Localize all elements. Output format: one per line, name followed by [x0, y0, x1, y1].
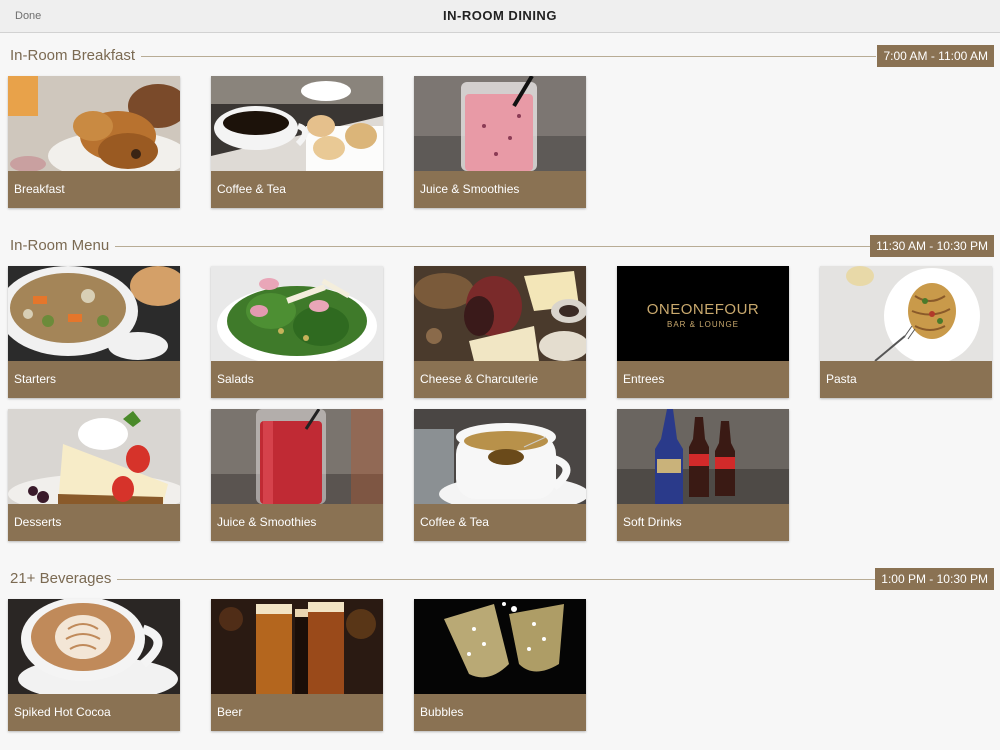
menu-tile-juice-smoothies[interactable]: Juice & Smoothies — [414, 76, 586, 208]
section-header-menu: In-Room Menu 11:30 AM - 10:30 PM — [0, 235, 1000, 259]
coffee-cup-photo — [211, 76, 383, 171]
hours-badge: 7:00 AM - 11:00 AM — [877, 45, 994, 67]
hours-badge: 11:30 AM - 10:30 PM — [870, 235, 994, 257]
menu-tile-label: Soft Drinks — [617, 504, 789, 541]
menu-tile-label: Breakfast — [8, 171, 180, 208]
cheesecake-photo — [8, 409, 180, 504]
menu-tile-desserts[interactable]: Desserts — [8, 409, 180, 541]
section-divider — [112, 579, 876, 580]
pasta-photo — [820, 266, 992, 361]
menu-tile-breakfast[interactable]: Breakfast — [8, 76, 180, 208]
menu-tile-beer[interactable]: Beer — [211, 599, 383, 731]
latte-art-photo — [8, 599, 180, 694]
menu-tile-salads[interactable]: Salads — [211, 266, 383, 398]
oneonefour-logo-photo: ONEONEFOUR BAR & LOUNGE — [617, 266, 789, 361]
menu-tile-label: Juice & Smoothies — [414, 171, 586, 208]
section-title: In-Room Menu — [10, 237, 116, 254]
logo-line-2: BAR & LOUNGE — [667, 320, 739, 329]
section-header-breakfast: In-Room Breakfast 7:00 AM - 11:00 AM — [0, 45, 1000, 69]
pastries-photo — [8, 76, 180, 171]
logo-line-1: ONEONEFOUR — [647, 301, 760, 318]
red-juice-photo — [211, 409, 383, 504]
hours-badge: 1:00 PM - 10:30 PM — [875, 568, 994, 590]
menu-tile-label: Pasta — [820, 361, 992, 398]
menu-tile-spiked-hot-cocoa[interactable]: Spiked Hot Cocoa — [8, 599, 180, 731]
section-divider — [112, 246, 870, 247]
page-title: IN-ROOM DINING — [443, 8, 557, 23]
smoothie-photo — [414, 76, 586, 171]
menu-tile-label: Beer — [211, 694, 383, 731]
menu-tile-label: Desserts — [8, 504, 180, 541]
menu-tile-label: Cheese & Charcuterie — [414, 361, 586, 398]
menu-tile-label: Salads — [211, 361, 383, 398]
beer-glasses-photo — [211, 599, 383, 694]
soup-photo — [8, 266, 180, 361]
menu-tile-label: Juice & Smoothies — [211, 504, 383, 541]
section-title: In-Room Breakfast — [10, 47, 142, 64]
menu-tile-label: Bubbles — [414, 694, 586, 731]
menu-tile-entrees[interactable]: ONEONEFOUR BAR & LOUNGE Entrees — [617, 266, 789, 398]
navigation-bar: Done IN-ROOM DINING — [0, 0, 1000, 33]
soda-bottles-photo — [617, 409, 789, 504]
menu-tile-pasta[interactable]: Pasta — [820, 266, 992, 398]
menu-tile-label: Coffee & Tea — [211, 171, 383, 208]
section-title: 21+ Beverages — [10, 570, 118, 587]
menu-tile-soft-drinks[interactable]: Soft Drinks — [617, 409, 789, 541]
menu-tile-label: Coffee & Tea — [414, 504, 586, 541]
menu-tile-juice-smoothies-2[interactable]: Juice & Smoothies — [211, 409, 383, 541]
tea-cup-photo — [414, 409, 586, 504]
menu-tile-label: Entrees — [617, 361, 789, 398]
section-header-beverages: 21+ Beverages 1:00 PM - 10:30 PM — [0, 568, 1000, 592]
cheese-board-photo — [414, 266, 586, 361]
menu-tile-coffee-tea-2[interactable]: Coffee & Tea — [414, 409, 586, 541]
menu-tile-label: Starters — [8, 361, 180, 398]
menu-tile-bubbles[interactable]: Bubbles — [414, 599, 586, 731]
menu-tile-coffee-tea[interactable]: Coffee & Tea — [211, 76, 383, 208]
section-divider — [138, 56, 876, 57]
menu-tile-label: Spiked Hot Cocoa — [8, 694, 180, 731]
menu-tile-cheese-charcuterie[interactable]: Cheese & Charcuterie — [414, 266, 586, 398]
salad-photo — [211, 266, 383, 361]
menu-tile-starters[interactable]: Starters — [8, 266, 180, 398]
champagne-photo — [414, 599, 586, 694]
